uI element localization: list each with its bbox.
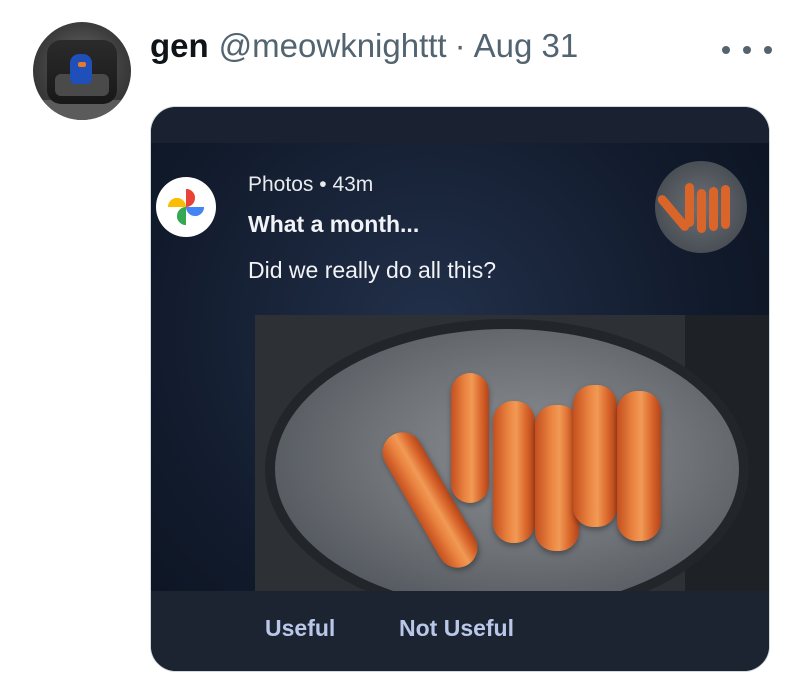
tweet-header: gen @meowknighttt · Aug 31	[150, 27, 578, 71]
header-separator: ·	[454, 27, 466, 64]
thumbnail-sausage	[697, 189, 706, 233]
avatar-figure-detail	[78, 62, 86, 67]
avatar-figure	[70, 54, 92, 84]
user-handle[interactable]: @meowknighttt	[219, 27, 447, 65]
avatar[interactable]	[33, 22, 131, 120]
sausages-in-pan-photo	[255, 315, 769, 591]
notification-meta: Photos • 43m	[248, 173, 373, 197]
sausage	[493, 401, 535, 543]
notification-body: Did we really do all this?	[248, 257, 497, 283]
thumbnail-sausage	[721, 185, 730, 229]
more-dot	[764, 46, 772, 54]
useful-button[interactable]: Useful	[265, 615, 335, 642]
meta-separator: •	[319, 173, 327, 196]
more-dot	[722, 46, 730, 54]
display-name[interactable]: gen	[150, 27, 209, 65]
tweet-date[interactable]: Aug 31	[474, 27, 579, 65]
media-top-band	[151, 107, 769, 143]
app-name: Photos	[248, 173, 314, 196]
more-options-icon[interactable]	[722, 38, 772, 62]
tweet-media-image[interactable]: Photos • 43m What a month... Did we real…	[150, 106, 770, 672]
notification-thumbnail	[655, 161, 747, 253]
notification-time: 43m	[332, 173, 374, 196]
sausage	[451, 373, 489, 503]
thumbnail-sausage	[685, 183, 694, 227]
notification-title: What a month...	[248, 211, 420, 237]
sausage	[617, 391, 661, 541]
thumbnail-sausage	[709, 187, 718, 231]
not-useful-button[interactable]: Not Useful	[399, 615, 514, 642]
sausage	[573, 385, 617, 527]
more-dot	[743, 46, 751, 54]
google-photos-icon	[156, 177, 216, 237]
